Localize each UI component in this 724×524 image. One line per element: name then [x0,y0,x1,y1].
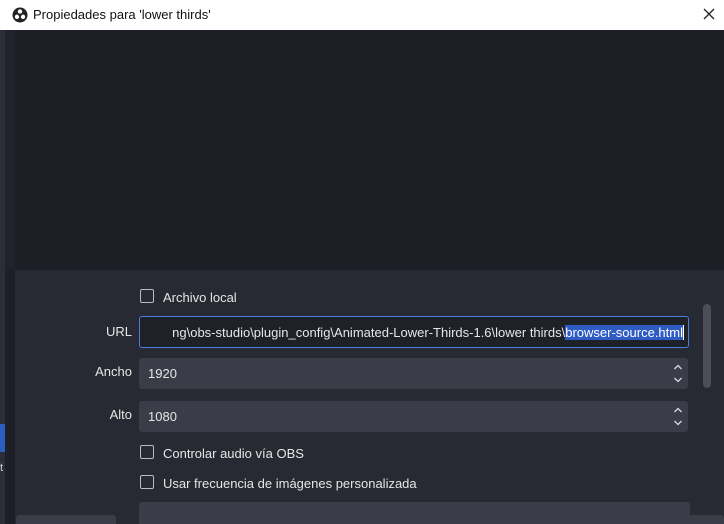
url-value: ng\obs-studio\plugin_config\Animated-Low… [172,325,684,340]
height-value: 1080 [148,409,177,424]
title-bar: Propiedades para 'lower thirds' [0,0,724,30]
width-spinbox[interactable]: 1920 [139,358,688,389]
window-title: Propiedades para 'lower thirds' [33,7,211,22]
scrollbar-thumb[interactable] [703,304,711,388]
height-stepper-arrows-icon[interactable] [672,404,684,429]
obs-logo-icon [12,7,28,23]
url-input[interactable]: ng\obs-studio\plugin_config\Animated-Low… [139,316,689,348]
close-icon [703,8,715,23]
custom-fps-label: Usar frecuencia de imágenes personalizad… [163,476,417,491]
local-file-checkbox[interactable] [140,289,154,303]
preview-edge [5,30,15,270]
background-text-fragment: t [0,462,4,474]
custom-fps-checkbox[interactable] [140,475,154,489]
url-value-prefix: ng\obs-studio\plugin_config\Animated-Low… [172,325,566,340]
defaults-button[interactable] [16,515,116,524]
cancel-button[interactable] [631,515,724,524]
width-stepper-arrows-icon[interactable] [672,361,684,386]
text-cursor [683,325,684,340]
ok-button[interactable] [547,515,625,524]
control-audio-label: Controlar audio vía OBS [163,446,304,461]
url-selected-text: browser-source.html [565,325,683,340]
control-audio-checkbox[interactable] [140,445,154,459]
close-button[interactable] [694,0,724,30]
browser-source-preview [5,30,724,270]
height-label: Alto [109,407,132,422]
height-spinbox[interactable]: 1080 [139,401,688,432]
width-label: Ancho [95,364,132,379]
url-label: URL [105,324,132,339]
background-selected-item [0,424,5,452]
local-file-label: Archivo local [163,290,237,305]
width-value: 1920 [148,366,177,381]
